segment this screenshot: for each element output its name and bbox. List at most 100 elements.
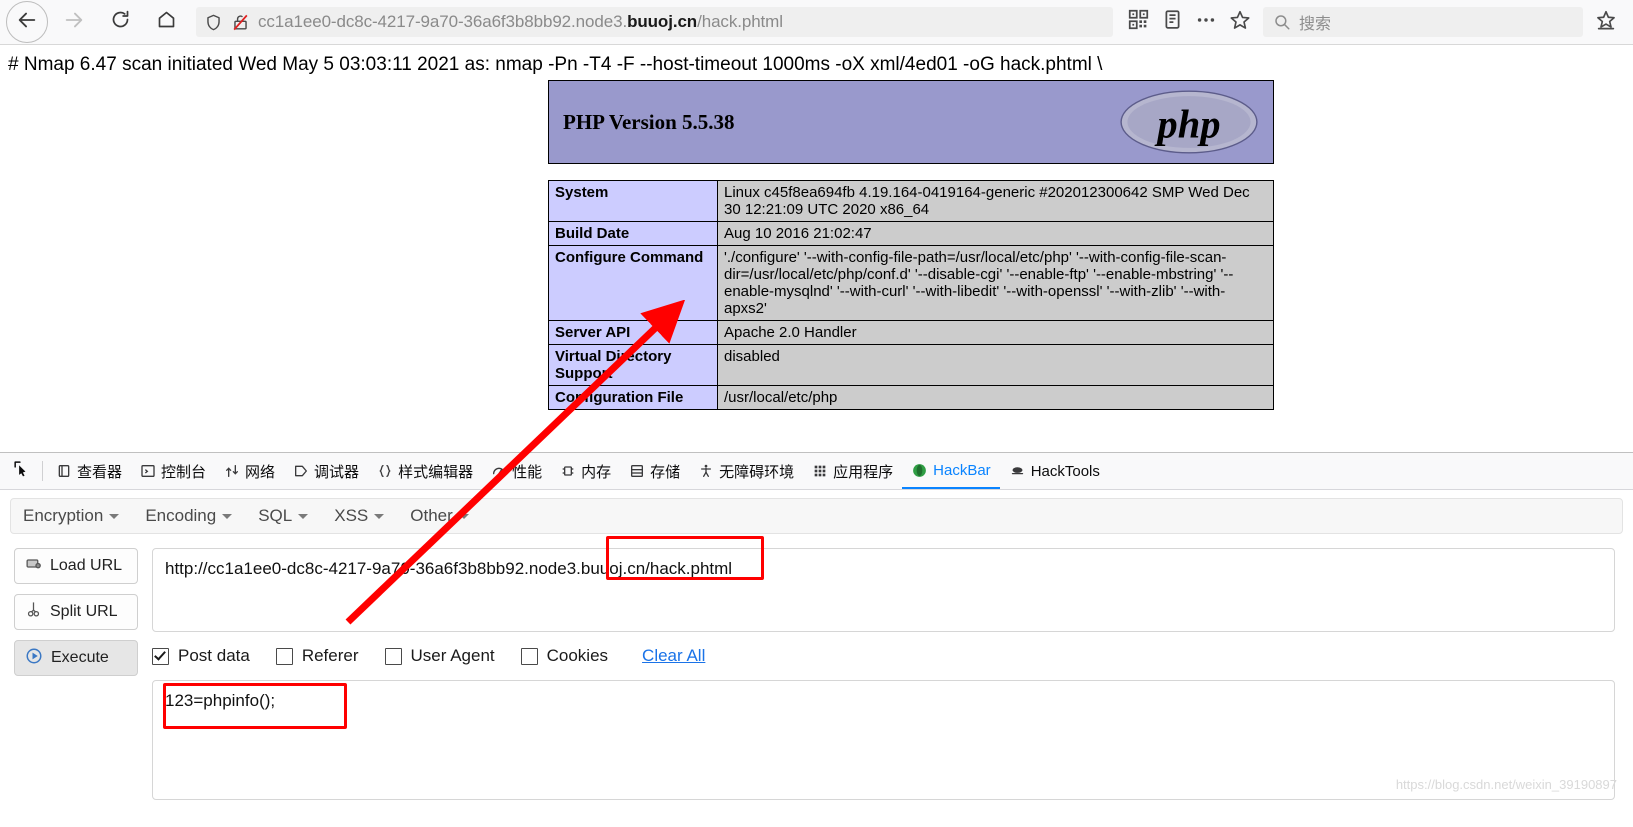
tab-label: 查看器: [77, 463, 123, 481]
network-icon: [224, 463, 240, 479]
table-row: Configure Command './configure' '--with-…: [548, 245, 1274, 321]
hacktools-icon: [1009, 463, 1026, 480]
option-post-data[interactable]: Post data: [152, 646, 250, 666]
tab-performance[interactable]: 性能: [482, 453, 551, 489]
accessibility-icon: [698, 463, 714, 479]
split-url-button[interactable]: Split URL: [14, 594, 138, 630]
chevron-down-icon: [109, 513, 120, 519]
table-row: System Linux c45f8ea694fb 4.19.164-04191…: [548, 180, 1274, 222]
menu-other[interactable]: Other: [410, 506, 469, 526]
button-label: Load URL: [50, 557, 123, 574]
option-label: Cookies: [546, 646, 609, 665]
user-agent-checkbox[interactable]: [384, 647, 402, 665]
tab-accessibility[interactable]: 无障碍环境: [689, 453, 803, 489]
tab-label: 应用程序: [833, 463, 894, 481]
devtools-tab-bar: 查看器 控制台 网络 调试器 样式编辑器 性能 内存 存储 无障碍环境 应用程序…: [0, 453, 1633, 490]
tab-label: 调试器: [314, 463, 360, 481]
table-cell-key: Configure Command: [548, 245, 718, 321]
element-picker-icon: [12, 459, 31, 483]
load-url-button[interactable]: Load URL: [14, 548, 138, 584]
split-url-icon: [25, 601, 42, 623]
memory-icon: [560, 463, 576, 479]
menu-label: Encryption: [23, 506, 104, 525]
toolbar-divider: [42, 461, 43, 481]
menu-xss[interactable]: XSS: [334, 506, 385, 526]
tab-label: 样式编辑器: [398, 463, 474, 481]
element-picker-button[interactable]: [4, 454, 38, 488]
table-cell-key: Server API: [548, 320, 718, 345]
table-cell-key: Build Date: [548, 221, 718, 246]
load-url-icon: [25, 555, 42, 577]
tab-storage[interactable]: 存储: [620, 453, 689, 489]
option-cookies[interactable]: Cookies: [520, 646, 609, 666]
referer-checkbox[interactable]: [275, 647, 293, 665]
tab-label: 内存: [581, 463, 612, 481]
option-referer[interactable]: Referer: [275, 646, 359, 666]
hackbar-menu-bar: Encryption Encoding SQL XSS Other: [10, 498, 1623, 534]
svg-text:php: php: [1154, 101, 1220, 146]
hackbar-fields: http://cc1a1ee0-dc8c-4217-9a70-36a6f3b8b…: [152, 548, 1633, 800]
phpinfo-table: System Linux c45f8ea694fb 4.19.164-04191…: [548, 180, 1274, 410]
debugger-icon: [293, 463, 309, 479]
inspector-icon: [56, 463, 72, 479]
menu-label: Encoding: [145, 506, 217, 525]
menu-label: Other: [410, 506, 453, 525]
button-label: Execute: [51, 649, 109, 666]
style-editor-icon: [377, 463, 393, 479]
chevron-down-icon: [222, 513, 233, 519]
table-cell-key: Virtual Directory Support: [548, 344, 718, 386]
cookies-checkbox[interactable]: [520, 647, 538, 665]
tab-hackbar[interactable]: HackBar: [902, 453, 1000, 489]
execute-button[interactable]: Execute: [14, 640, 138, 676]
url-input[interactable]: http://cc1a1ee0-dc8c-4217-9a70-36a6f3b8b…: [152, 548, 1615, 632]
phpinfo-page: PHP Version 5.5.38 php System Linux c45f…: [548, 80, 1274, 410]
table-row: Configuration File /usr/local/etc/php: [548, 385, 1274, 410]
performance-icon: [491, 463, 507, 479]
phpinfo-header: PHP Version 5.5.38 php: [548, 80, 1274, 164]
watermark-text: https://blog.csdn.net/weixin_39190897: [1395, 777, 1617, 792]
tab-debugger[interactable]: 调试器: [284, 453, 368, 489]
tab-style-editor[interactable]: 样式编辑器: [368, 453, 482, 489]
execute-icon: [25, 647, 43, 670]
option-label: Post data: [178, 646, 250, 665]
tab-hacktools[interactable]: HackTools: [1000, 453, 1109, 489]
hackbar-action-buttons: Load URL Split URL Execute: [14, 548, 138, 800]
menu-encryption[interactable]: Encryption: [23, 506, 120, 526]
php-logo-icon: php: [1120, 90, 1258, 154]
tab-inspector[interactable]: 查看器: [47, 453, 131, 489]
option-user-agent[interactable]: User Agent: [384, 646, 495, 666]
table-cell-key: System: [548, 180, 718, 222]
storage-icon: [629, 463, 645, 479]
table-row: Build Date Aug 10 2016 21:02:47: [548, 221, 1274, 246]
table-cell-value: Aug 10 2016 21:02:47: [717, 221, 1274, 246]
table-row: Server API Apache 2.0 Handler: [548, 320, 1274, 345]
option-label: User Agent: [410, 646, 495, 665]
tab-label: HackBar: [933, 461, 991, 479]
chevron-down-icon: [298, 513, 309, 519]
tab-label: 性能: [512, 463, 543, 481]
tab-console[interactable]: 控制台: [131, 453, 215, 489]
table-cell-value: /usr/local/etc/php: [717, 385, 1274, 410]
menu-encoding[interactable]: Encoding: [145, 506, 233, 526]
button-label: Split URL: [50, 603, 118, 620]
chevron-down-icon: [374, 513, 385, 519]
clear-all-button[interactable]: Clear All: [642, 646, 705, 666]
tab-label: 网络: [245, 463, 276, 481]
console-icon: [140, 463, 156, 479]
tab-application[interactable]: 应用程序: [803, 453, 902, 489]
tab-memory[interactable]: 内存: [551, 453, 620, 489]
tab-network[interactable]: 网络: [215, 453, 284, 489]
menu-label: SQL: [258, 506, 293, 525]
option-label: Referer: [301, 646, 359, 665]
menu-sql[interactable]: SQL: [258, 506, 309, 526]
hackbar-icon: [911, 462, 928, 479]
browser-viewport: # Nmap 6.47 scan initiated Wed May 5 03:…: [0, 0, 1633, 452]
table-cell-value: disabled: [717, 344, 1274, 386]
page-title: PHP Version 5.5.38: [563, 109, 735, 134]
tab-label: 无障碍环境: [719, 463, 795, 481]
post-data-checkbox[interactable]: [152, 647, 169, 665]
menu-label: XSS: [334, 506, 369, 525]
table-cell-value: Linux c45f8ea694fb 4.19.164-0419164-gene…: [717, 180, 1274, 222]
hackbar-body: Load URL Split URL Execute http://cc1a1e…: [0, 548, 1633, 800]
table-cell-value: Apache 2.0 Handler: [717, 320, 1274, 345]
